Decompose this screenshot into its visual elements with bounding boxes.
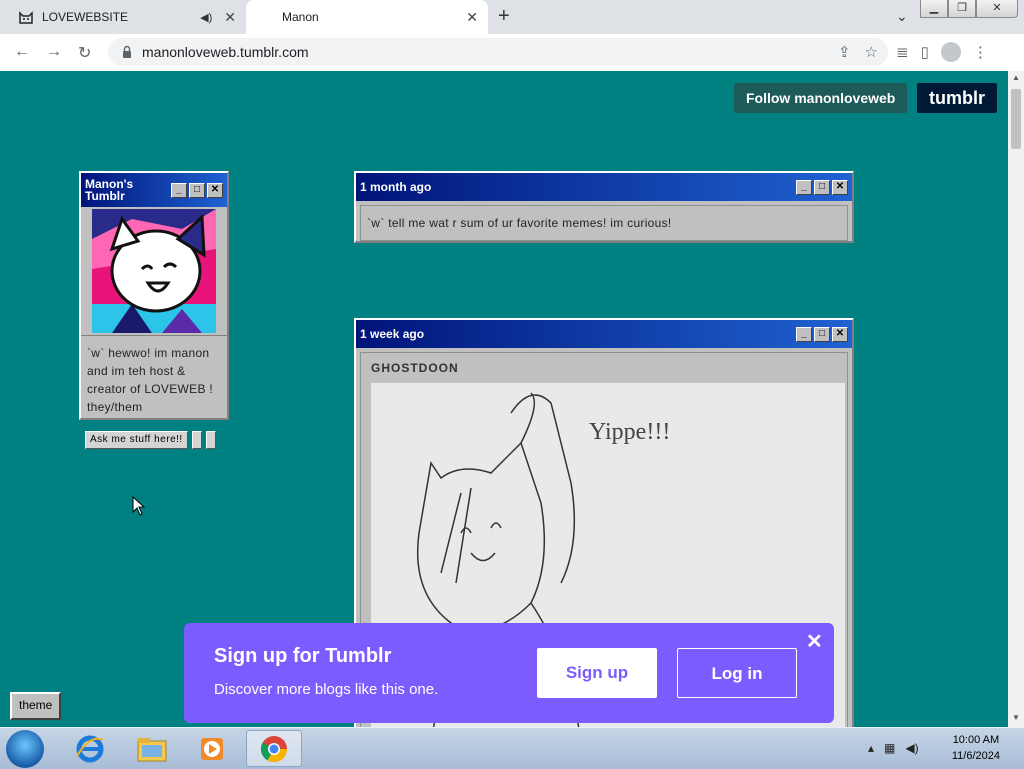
lock-icon: [123, 45, 131, 58]
page-content: Follow manonloveweb tumblr Manon's Tumbl…: [0, 71, 1008, 727]
profile-window: Manon's Tumblr _ □ ✕ `w` hewwo! im manon…: [79, 171, 229, 420]
post-body: `w` tell me wat r sum of ur favorite mem…: [360, 205, 848, 241]
close-tab-icon[interactable]: ✕: [224, 9, 236, 26]
login-button[interactable]: Log in: [677, 648, 797, 698]
share-icon[interactable]: ⇪: [838, 43, 851, 61]
url-text: manonloveweb.tumblr.com: [142, 44, 309, 60]
new-tab-icon[interactable]: +: [498, 5, 510, 28]
address-bar: ← → ↻ manonloveweb.tumblr.com ⇪ ☆ ≣ ▯ ⋮: [0, 34, 1024, 72]
post-title-bar: 1 month ago _ □ ✕: [356, 173, 852, 201]
close-tab-icon[interactable]: ✕: [466, 9, 478, 26]
profile-avatar-icon[interactable]: [940, 42, 961, 62]
clock-time: 10:00 AM: [952, 734, 1000, 746]
theme-button[interactable]: theme: [10, 692, 62, 720]
taskbar: ▴ ▦ ◀) 10:00 AM 11/6/2024: [0, 727, 1024, 769]
post-title-bar: 1 week ago _ □ ✕: [356, 320, 852, 348]
minimize-icon[interactable]: _: [171, 182, 187, 198]
maximize-icon[interactable]: □: [814, 326, 830, 342]
follow-button[interactable]: Follow manonloveweb: [734, 83, 908, 113]
forward-arrow-icon[interactable]: →: [46, 43, 62, 61]
window-controls: ▁ ❐ ✕: [920, 0, 1018, 18]
close-icon[interactable]: ✕: [832, 179, 848, 195]
clock-date: 11/6/2024: [951, 750, 1000, 762]
post-text: `w` tell me wat r sum of ur favorite mem…: [367, 216, 672, 230]
close-icon[interactable]: ✕: [832, 326, 848, 342]
post-time[interactable]: 1 month ago: [360, 181, 794, 193]
reblog-source[interactable]: GHOSTDOON: [361, 353, 847, 379]
menu-dots-icon[interactable]: ⋮: [973, 43, 988, 61]
tab-bar: LOVEWEBSITE ◀) ✕ Manon ✕ + ⌄ ▁ ❐ ✕: [0, 0, 1024, 34]
back-arrow-icon[interactable]: ←: [14, 43, 30, 61]
tab-lovewebsite[interactable]: LOVEWEBSITE ◀) ✕: [8, 0, 246, 34]
speaker-icon[interactable]: ◀): [200, 11, 212, 24]
restore-icon[interactable]: ❐: [948, 0, 976, 18]
signup-subtext: Discover more blogs like this one.: [214, 681, 439, 698]
minimize-icon[interactable]: _: [796, 326, 812, 342]
close-banner-icon[interactable]: ✕: [806, 629, 823, 654]
profile-title-bar: Manon's Tumblr _ □ ✕: [81, 173, 227, 207]
scroll-thumb[interactable]: [1011, 89, 1021, 149]
ask-bar: Ask me stuff here!!: [85, 431, 216, 449]
close-icon[interactable]: ✕: [207, 182, 223, 198]
network-icon[interactable]: ▦: [884, 741, 895, 755]
minimize-icon[interactable]: _: [796, 179, 812, 195]
chrome-icon[interactable]: [246, 730, 302, 767]
ask-button[interactable]: Ask me stuff here!!: [85, 431, 188, 449]
tab-title: Manon: [282, 10, 319, 24]
nav-button[interactable]: [191, 431, 202, 449]
star-icon[interactable]: ☆: [865, 43, 878, 61]
sketch-caption: Yippe!!!: [589, 419, 670, 445]
profile-avatar: [92, 209, 216, 333]
tumblr-logo[interactable]: tumblr: [917, 83, 997, 113]
url-field[interactable]: manonloveweb.tumblr.com ⇪ ☆: [108, 38, 888, 66]
signup-banner: Sign up for Tumblr Discover more blogs l…: [184, 623, 834, 723]
side-panel-icon[interactable]: ▯: [921, 43, 929, 61]
scroll-up-icon[interactable]: ▲: [1012, 73, 1020, 82]
signup-heading: Sign up for Tumblr: [214, 645, 392, 667]
profile-title: Manon's Tumblr: [85, 177, 134, 203]
volume-icon[interactable]: ◀): [905, 741, 918, 755]
cat-favicon-icon: [19, 11, 33, 24]
media-queue-icon[interactable]: ≣: [896, 43, 909, 61]
post-time[interactable]: 1 week ago: [360, 328, 794, 340]
post-window: 1 month ago _ □ ✕ `w` tell me wat r sum …: [354, 171, 854, 243]
reload-icon[interactable]: ↻: [78, 43, 91, 63]
scroll-down-icon[interactable]: ▼: [1012, 713, 1020, 722]
tab-title: LOVEWEBSITE: [42, 10, 129, 24]
show-hidden-icons-icon[interactable]: ▴: [868, 741, 874, 755]
maximize-icon[interactable]: □: [189, 182, 205, 198]
chevron-down-icon[interactable]: ⌄: [896, 8, 908, 25]
profile-description: `w` hewwo! im manon and im teh host & cr…: [81, 335, 227, 424]
close-window-icon[interactable]: ✕: [976, 0, 1018, 18]
signup-button[interactable]: Sign up: [537, 648, 657, 698]
page-scrollbar[interactable]: ▲ ▼: [1008, 71, 1024, 727]
tab-manon[interactable]: Manon ✕: [246, 0, 488, 34]
start-button[interactable]: [6, 730, 44, 768]
ie-icon[interactable]: [62, 730, 118, 767]
minimize-icon[interactable]: ▁: [920, 0, 948, 18]
media-player-icon[interactable]: [184, 730, 240, 767]
nav-button[interactable]: [205, 431, 216, 449]
mouse-cursor-icon: [132, 496, 146, 516]
clock[interactable]: 10:00 AM 11/6/2024: [952, 732, 1000, 764]
maximize-icon[interactable]: □: [814, 179, 830, 195]
folder-icon[interactable]: [124, 730, 180, 767]
